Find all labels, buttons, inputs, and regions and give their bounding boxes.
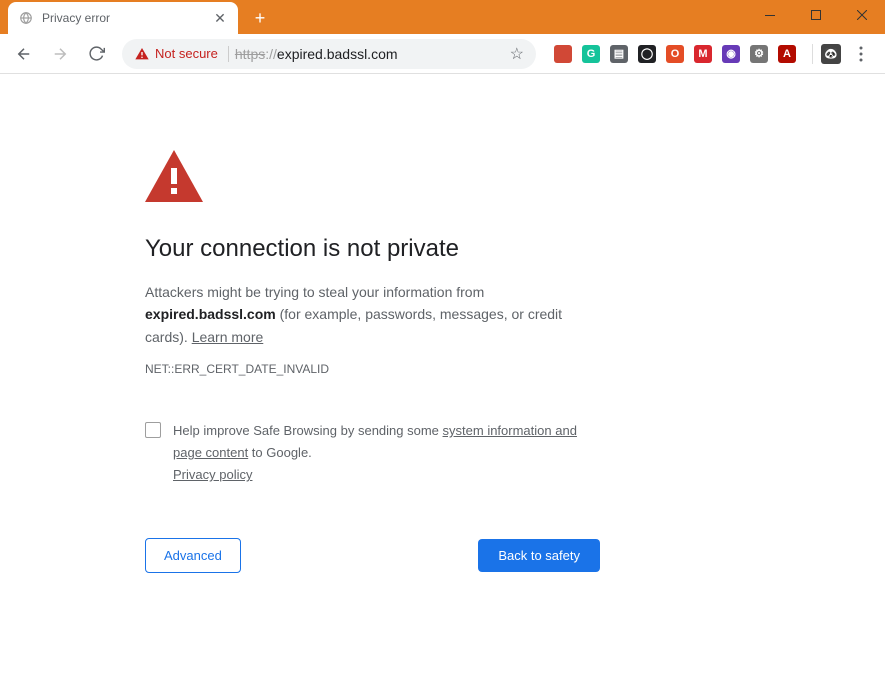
ext-circle-icon[interactable]: ◯ [634, 41, 660, 67]
forward-button[interactable] [44, 38, 76, 70]
extensions-area: G▤◯OM◉⚙A [546, 41, 804, 67]
back-to-safety-button[interactable]: Back to safety [478, 539, 600, 572]
back-button[interactable] [8, 38, 40, 70]
ext-adobe-icon[interactable]: A [774, 41, 800, 67]
close-window-button[interactable] [839, 0, 885, 30]
address-bar[interactable]: Not secure https://expired.badssl.com ☆ [122, 39, 536, 69]
page-content: Your connection is not private Attackers… [0, 74, 885, 682]
safe-browsing-optin: Help improve Safe Browsing by sending so… [145, 420, 600, 486]
bookmark-star-icon[interactable]: ☆ [510, 44, 524, 64]
toolbar: Not secure https://expired.badssl.com ☆ … [0, 34, 885, 74]
privacy-policy-link[interactable]: Privacy policy [173, 467, 252, 482]
ext-red-square-icon[interactable] [550, 41, 576, 67]
new-tab-button[interactable]: + [246, 4, 274, 32]
ext-gear-icon[interactable]: ⚙ [746, 41, 772, 67]
maximize-button[interactable] [793, 0, 839, 30]
minimize-button[interactable] [747, 0, 793, 30]
globe-icon [18, 10, 34, 26]
kebab-menu-icon[interactable] [845, 38, 877, 70]
warning-triangle-icon [145, 150, 600, 207]
ext-page-icon[interactable]: ▤ [606, 41, 632, 67]
security-label: Not secure [155, 46, 218, 61]
advanced-button[interactable]: Advanced [145, 538, 241, 573]
ext-mega-icon[interactable]: M [690, 41, 716, 67]
divider [812, 44, 813, 64]
ext-purple-dot-icon[interactable]: ◉ [718, 41, 744, 67]
reload-button[interactable] [80, 38, 112, 70]
ext-opera-icon[interactable]: O [662, 41, 688, 67]
titlebar: Privacy error ✕ + [0, 0, 885, 34]
tab-title: Privacy error [42, 11, 204, 25]
url-text: https://expired.badssl.com [235, 46, 504, 62]
error-body: Attackers might be trying to steal your … [145, 281, 600, 348]
error-heading: Your connection is not private [145, 235, 600, 263]
close-tab-icon[interactable]: ✕ [212, 10, 228, 26]
browser-tab[interactable]: Privacy error ✕ [8, 2, 238, 34]
error-code: NET::ERR_CERT_DATE_INVALID [145, 362, 600, 376]
profile-avatar-icon[interactable]: 🐼 [821, 44, 841, 64]
security-chip[interactable]: Not secure [134, 46, 229, 62]
warning-triangle-icon [134, 46, 150, 62]
ext-grammarly-icon[interactable]: G [578, 41, 604, 67]
learn-more-link[interactable]: Learn more [192, 329, 264, 345]
optin-checkbox[interactable] [145, 422, 161, 438]
